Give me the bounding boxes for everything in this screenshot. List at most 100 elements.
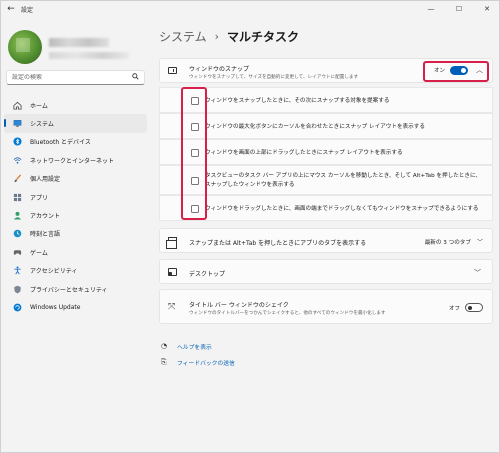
snap-option-taskbar-groups[interactable]: タスクビューのタスク バー アプリの上にマウス カーソルを移動したとき、そして … [159,165,493,195]
account-icon [13,211,22,220]
sidebar-item-gaming[interactable]: ゲーム [4,243,147,261]
sidebar-item-windows-update[interactable]: Windows Update [4,298,147,316]
checkbox[interactable] [191,149,199,157]
main-content: システム › マルチタスク ウィンドウのスナップ ウィンドウをスナップして、サイ… [151,17,500,453]
sidebar-item-label: Bluetooth とデバイス [30,139,91,147]
shake-toggle[interactable] [465,303,483,312]
desktops-title: デスクトップ [189,271,226,278]
alt-tab-setting[interactable]: スナップまたは Alt+Tab を押したときにアプリのタブを表示する 最新の 3… [159,228,493,253]
minimize-button[interactable]: — [417,1,445,17]
sidebar: ホーム システム Bluetooth とデバイス ネットワークとインターネット … [1,17,151,453]
sidebar-item-label: Windows Update [30,303,81,311]
snap-description: ウィンドウをスナップして、サイズを自動的に変更して、レイアウトに配置します [189,75,359,80]
sidebar-item-accounts[interactable]: アカウント [4,206,147,224]
chevron-up-icon[interactable]: ︿ [476,65,483,75]
snap-option-suggest[interactable]: ウィンドウをスナップしたときに、その次にスナップする対象を提案する [159,87,493,113]
sidebar-item-apps[interactable]: アプリ [4,188,147,206]
bluetooth-icon [13,137,22,147]
sidebar-item-label: 時刻と言語 [30,231,61,239]
sidebar-item-label: ネットワークとインターネット [30,157,115,165]
user-email-redacted [49,52,129,59]
option-label: ウィンドウの最大化ボタンにカーソルを合わせたときにスナップ レイアウトを表示する [205,124,425,130]
shake-icon: ⤧ [168,302,176,312]
snap-windows-icon [168,67,177,74]
apps-icon [13,193,22,202]
sidebar-item-home[interactable]: ホーム [4,96,147,114]
sidebar-item-label: アカウント [30,213,61,221]
shake-toggle-group: オフ [449,303,483,312]
sidebar-item-label: プライバシーとセキュリティ [30,286,108,294]
window-title: 設定 [21,6,34,14]
title-bar-shake-setting[interactable]: ⤧ タイトル バー ウィンドウのシェイク ウィンドウのタイトルバーをつかんでシェ… [159,289,493,324]
checkbox[interactable] [191,205,199,213]
snap-toggle[interactable] [450,65,468,75]
option-label-line1: タスクビューのタスク バー アプリの上にマウス カーソルを移動したとき、そして … [205,173,482,179]
sidebar-item-privacy[interactable]: プライバシーとセキュリティ [4,280,147,298]
get-help-label: ヘルプを表示 [177,344,212,351]
breadcrumb-parent[interactable]: システム [159,28,207,45]
snap-windows-setting[interactable]: ウィンドウのスナップ ウィンドウをスナップして、サイズを自動的に変更して、レイア… [159,58,493,83]
sidebar-item-system[interactable]: システム [4,114,147,133]
sidebar-item-label: ゲーム [30,249,48,257]
desktops-setting[interactable]: デスクトップ ﹀ [159,259,493,284]
alt-tab-title: スナップまたは Alt+Tab を押したときにアプリのタブを表示する [189,240,367,247]
privacy-icon [13,285,22,294]
back-button[interactable]: ← [1,1,21,17]
option-label: ウィンドウを画面の上部にドラッグしたときにスナップ レイアウトを表示する [205,150,403,156]
gaming-icon [13,248,22,257]
window-controls: — ☐ ✕ [417,1,500,17]
shake-title: タイトル バー ウィンドウのシェイク [189,302,289,309]
sidebar-item-personalization[interactable]: 個人用設定 [4,170,147,188]
time-language-icon [13,229,22,238]
chevron-down-icon[interactable]: ﹀ [474,268,481,278]
snap-title: ウィンドウのスナップ [189,66,250,73]
title-bar: ← 設定 — ☐ ✕ [1,1,500,17]
snap-toggle-group: オン ︿ [434,65,483,75]
sidebar-item-label: システム [30,121,54,129]
sidebar-item-time-language[interactable]: 時刻と言語 [4,225,147,243]
help-links: ◔ ヘルプを表示 ⎘ フィードバックの送信 [161,338,235,370]
sidebar-item-network[interactable]: ネットワークとインターネット [4,151,147,169]
sidebar-item-bluetooth[interactable]: Bluetooth とデバイス [4,133,147,151]
network-icon [13,156,22,165]
sidebar-item-accessibility[interactable]: アクセシビリティ [4,262,147,280]
option-label-line2: スナップしたウィンドウを表示する [205,182,295,188]
personalization-icon [13,174,22,183]
tabs-icon [166,237,177,249]
snap-option-edge-drag[interactable]: ウィンドウをドラッグしたときに、画面の端までドラッグしなくてもウィンドウをスナッ… [159,195,493,221]
snap-option-drag-top[interactable]: ウィンドウを画面の上部にドラッグしたときにスナップ レイアウトを表示する [159,139,493,165]
search-box[interactable] [6,70,145,85]
sidebar-item-label: アクセシビリティ [30,268,78,276]
breadcrumb-separator: › [214,30,220,43]
user-name-redacted [49,38,109,47]
system-icon [13,119,22,128]
home-icon [13,101,22,110]
sidebar-nav: ホーム システム Bluetooth とデバイス ネットワークとインターネット … [4,96,147,317]
avatar [8,30,42,64]
alt-tab-dropdown[interactable]: 最新の 3 つのタブ ﹀ [425,237,483,246]
page-title: マルチタスク [227,30,300,44]
option-label: ウィンドウをドラッグしたときに、画面の端までドラッグしなくてもウィンドウをスナッ… [205,206,479,212]
shake-toggle-label: オフ [448,305,460,312]
maximize-button[interactable]: ☐ [445,1,473,17]
sidebar-item-label: アプリ [30,194,49,202]
help-icon: ◔ [161,342,168,350]
feedback-icon: ⎘ [161,357,167,366]
shake-description: ウィンドウのタイトルバーをつかんでシェイクすると、他のすべてのウィンドウを最小化… [189,311,386,316]
snap-toggle-label: オン [433,68,445,74]
sidebar-item-label: ホーム [30,102,48,110]
give-feedback-link[interactable]: ⎘ フィードバックの送信 [161,354,235,370]
user-profile[interactable] [5,23,145,71]
accessibility-icon [13,266,22,275]
search-input[interactable] [12,74,132,81]
sidebar-item-label: 個人用設定 [30,176,61,184]
get-help-link[interactable]: ◔ ヘルプを表示 [161,338,235,354]
checkbox[interactable] [191,123,199,131]
checkbox[interactable] [191,97,199,105]
checkbox[interactable] [191,177,199,185]
settings-window: ← 設定 — ☐ ✕ ホーム システム [0,0,500,453]
snap-option-maximize-hover[interactable]: ウィンドウの最大化ボタンにカーソルを合わせたときにスナップ レイアウトを表示する [159,113,493,139]
search-icon [132,73,139,82]
close-button[interactable]: ✕ [473,1,500,17]
windows-update-icon [13,303,22,312]
